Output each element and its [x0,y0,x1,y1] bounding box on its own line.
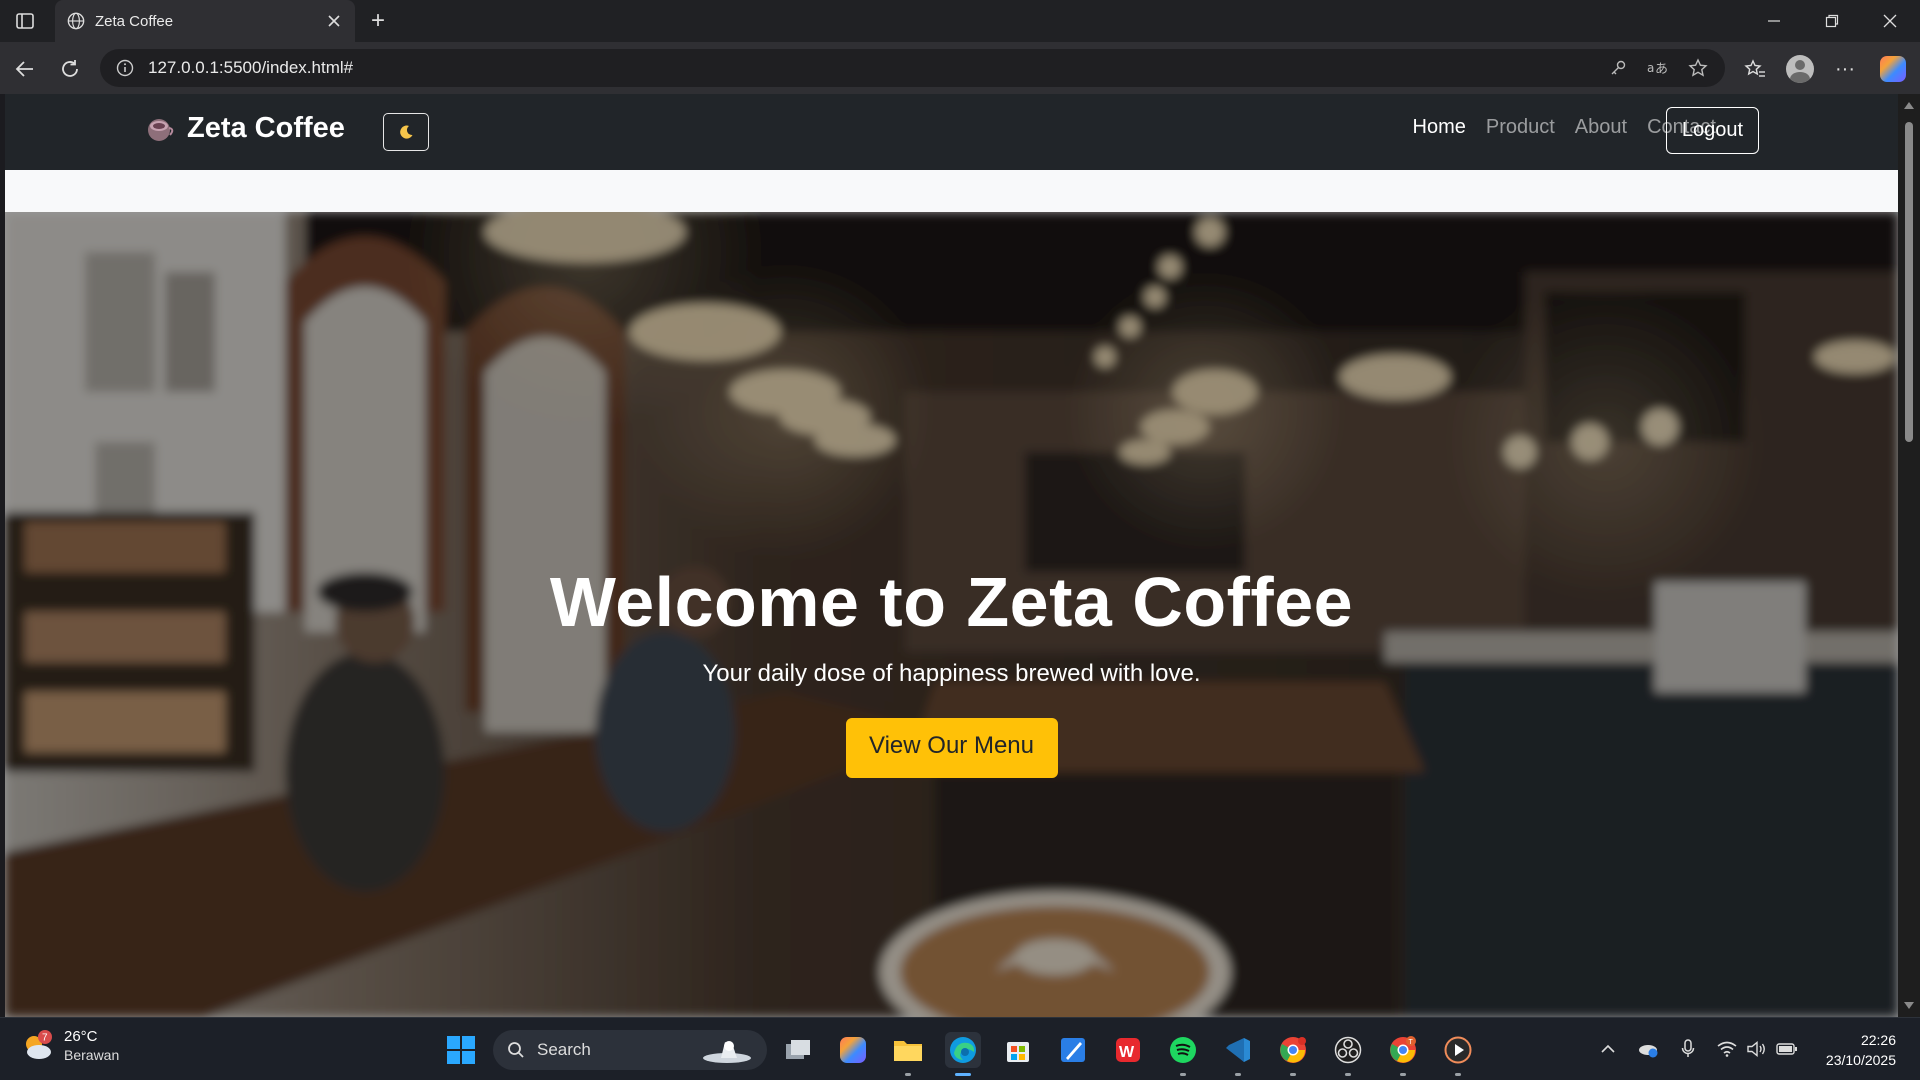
svg-text:T: T [1409,1039,1414,1046]
svg-text:W: W [1119,1044,1135,1061]
file-explorer-icon[interactable] [890,1032,926,1076]
taskbar: 7 26°C Berawan Search W T 22:26 23/10/20… [0,1017,1920,1080]
page-scrollbar[interactable] [1898,94,1920,1017]
nav-home[interactable]: Home [1413,116,1466,139]
brand-link[interactable]: Zeta Coffee [145,112,345,145]
weather-widget[interactable]: 7 26°C Berawan [20,1028,119,1063]
more-options-icon[interactable]: ··· [1828,52,1862,86]
close-window-icon[interactable] [1862,0,1918,42]
logout-button[interactable]: Logout [1666,107,1759,154]
microphone-icon[interactable] [1675,1036,1701,1062]
hero-title: Welcome to Zeta Coffee [549,563,1354,641]
nav-about[interactable]: About [1575,116,1627,139]
hero-section: Welcome to Zeta Coffee Your daily dose o… [5,212,1898,1017]
nav-product[interactable]: Product [1486,116,1555,139]
search-highlight-icon [703,1041,751,1063]
drawing-app-icon[interactable] [1055,1032,1091,1068]
back-icon[interactable] [8,52,42,86]
svg-text:7: 7 [42,1032,48,1043]
copilot-app-icon[interactable] [835,1032,871,1068]
page-viewport: Zeta Coffee Home Product About Contact L… [5,94,1898,1017]
vscode-icon[interactable] [1220,1032,1256,1076]
minimize-icon[interactable] [1746,0,1802,42]
new-tab-icon[interactable]: + [365,7,391,34]
sidebar-toggle-icon[interactable] [10,9,40,33]
url-bar[interactable]: 127.0.0.1:5500/index.html# aあ [100,49,1725,87]
globe-icon [67,12,85,30]
weather-icon: 7 [20,1029,54,1063]
clock-date: 23/10/2025 [1825,1052,1896,1068]
svg-text:a: a [1647,61,1654,75]
view-menu-button[interactable]: View Our Menu [845,718,1058,778]
weather-temp: 26°C [64,1028,98,1045]
brand-name: Zeta Coffee [187,112,345,144]
media-player-icon[interactable] [1440,1032,1476,1076]
theme-toggle-button[interactable] [383,113,429,151]
profile-icon[interactable] [1783,52,1817,86]
url-text[interactable]: 127.0.0.1:5500/index.html# [148,58,1589,78]
svg-text:あ: あ [1655,62,1668,77]
volume-icon[interactable] [1744,1036,1770,1062]
spotify-icon[interactable] [1165,1032,1201,1076]
copilot-icon[interactable] [1876,52,1910,86]
browser-tab[interactable]: Zeta Coffee [55,0,355,42]
weather-condition: Berawan [64,1047,120,1063]
restore-icon[interactable] [1804,0,1860,42]
key-icon[interactable] [1607,57,1629,79]
chrome-profile-icon[interactable]: T [1385,1032,1421,1076]
wps-office-icon[interactable]: W [1110,1032,1146,1068]
task-view-icon[interactable] [780,1032,816,1068]
address-toolbar: 127.0.0.1:5500/index.html# aあ ··· [0,42,1920,94]
spacer [5,170,1898,212]
store-icon[interactable] [1000,1032,1036,1068]
edge-icon[interactable] [945,1032,981,1076]
reload-icon[interactable] [53,52,87,86]
tab-title: Zeta Coffee [95,12,174,30]
scrollbar-thumb[interactable] [1905,122,1913,442]
onedrive-icon[interactable] [1635,1036,1661,1062]
hero-subtitle: Your daily dose of happiness brewed with… [702,660,1201,687]
browser-tab-bar: Zeta Coffee + [0,0,1920,42]
wifi-icon[interactable] [1714,1036,1740,1062]
search-icon [508,1042,524,1058]
favorites-icon[interactable] [1738,52,1772,86]
start-button[interactable] [447,1036,475,1064]
favorite-star-icon[interactable] [1687,57,1709,79]
search-label: Search [537,1040,591,1059]
hero-content: Welcome to Zeta Coffee Your daily dose o… [5,562,1898,778]
scroll-down-icon[interactable] [1904,1002,1914,1009]
scroll-up-icon[interactable] [1904,102,1914,109]
site-info-icon[interactable] [116,59,134,77]
site-navbar: Zeta Coffee Home Product About Contact L… [5,94,1898,170]
obs-icon[interactable] [1330,1032,1366,1076]
system-clock[interactable]: 22:26 23/10/2025 [1826,1030,1896,1070]
coffee-cup-icon [148,118,174,141]
clock-time: 22:26 [1860,1032,1896,1048]
moon-icon [400,125,413,139]
battery-icon[interactable] [1774,1036,1800,1062]
show-hidden-icons-icon[interactable] [1595,1036,1621,1062]
translate-icon[interactable]: aあ [1647,57,1669,79]
chrome-icon[interactable] [1275,1032,1311,1076]
taskbar-search[interactable]: Search [493,1030,767,1070]
close-tab-icon[interactable] [325,12,343,30]
